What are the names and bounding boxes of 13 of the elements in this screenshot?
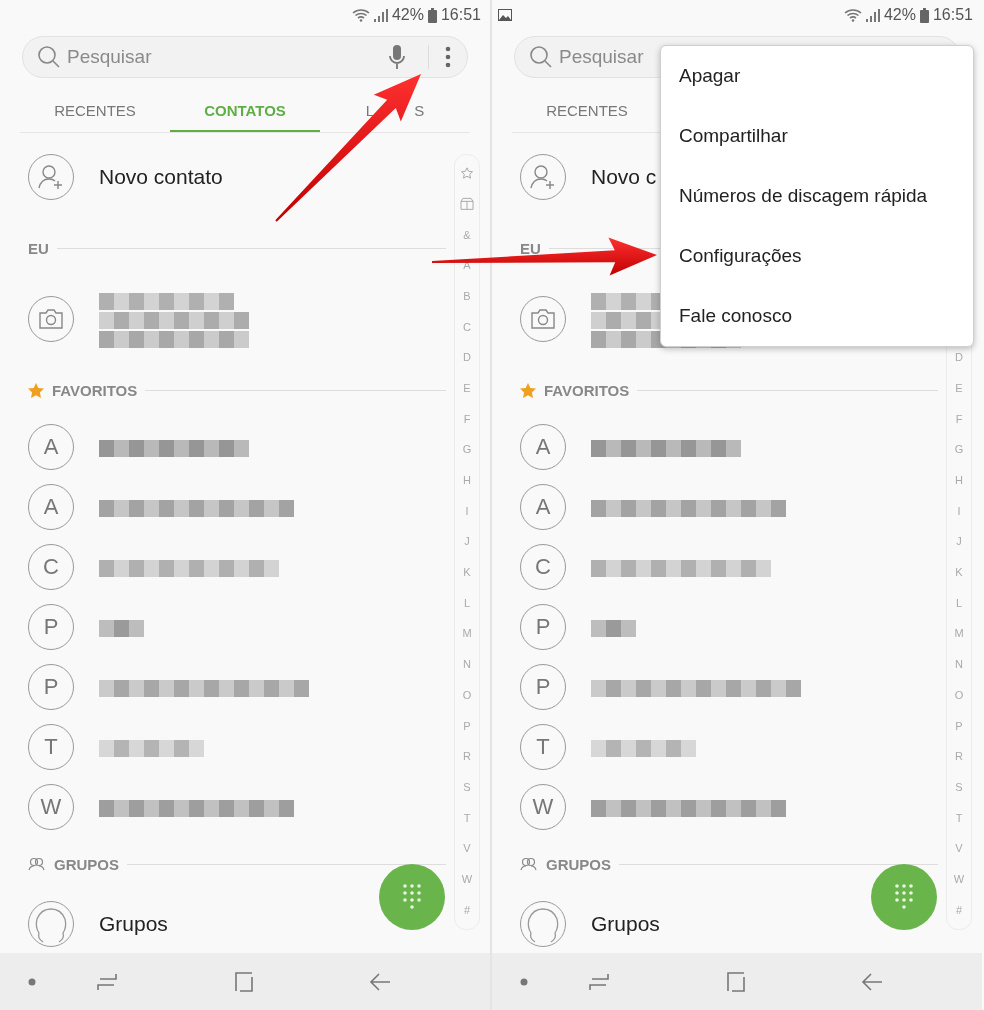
search-placeholder: Pesquisar: [67, 46, 153, 68]
section-header: GRUPOS: [54, 855, 119, 873]
contact-avatar: A: [520, 424, 566, 470]
section-header: FAVORITOS: [52, 381, 138, 399]
section-header: GRUPOS: [546, 855, 611, 873]
section-header: EU: [28, 239, 49, 257]
search-placeholder: Pesquisar: [559, 46, 645, 68]
section-header: FAVORITOS: [544, 381, 630, 399]
section-header: EU: [520, 239, 541, 257]
clock: 16:51: [932, 6, 973, 24]
battery-level: 42%: [391, 6, 424, 24]
battery-level: 42%: [883, 6, 916, 24]
clock: 16:51: [440, 6, 481, 24]
